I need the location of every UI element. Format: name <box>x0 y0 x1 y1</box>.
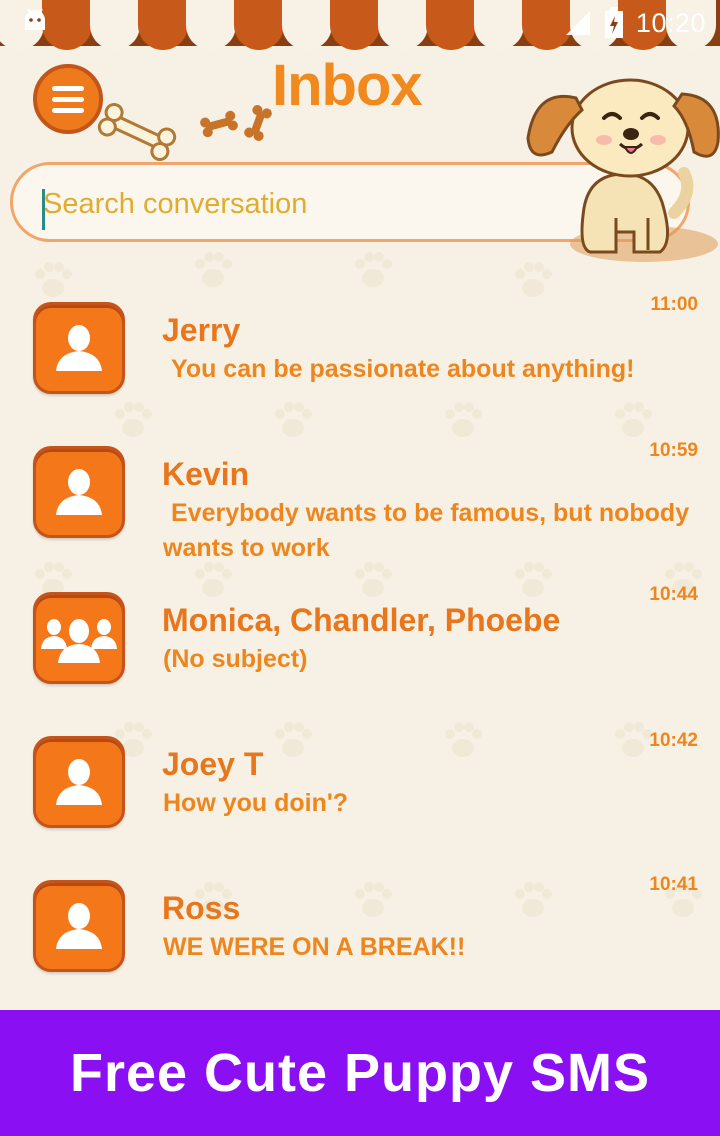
awning-scallop <box>282 0 332 50</box>
conversation-time: 10:44 <box>649 584 698 605</box>
bone-icon <box>97 102 177 162</box>
message-snippet: How you doin'? <box>163 789 349 817</box>
page-title: Inbox <box>272 53 423 118</box>
promo-banner[interactable]: Free Cute Puppy SMS <box>0 1010 720 1136</box>
single-contact-icon <box>56 325 102 371</box>
awning-scallop <box>234 0 284 50</box>
contact-name: Ross <box>162 890 241 926</box>
message-snippet: (No subject) <box>163 645 308 673</box>
awning-scallop <box>138 0 188 50</box>
search-input[interactable] <box>41 179 605 229</box>
conversation-item[interactable]: 10:41 Ross WE WERE ON A BREAK!! <box>0 874 720 1018</box>
status-icons: 10:20 <box>564 6 706 40</box>
android-icon <box>25 8 45 30</box>
conversation-item[interactable]: 10:44 Monica, Chandler, Phoebe (No subject… <box>0 584 720 730</box>
treat-bone-icon <box>244 105 272 141</box>
hamburger-icon <box>52 85 84 91</box>
status-time: 10:20 <box>635 7 706 38</box>
conversation-time: 10:42 <box>649 730 698 751</box>
paw-print-icon <box>35 262 72 297</box>
signal-icon <box>565 11 590 35</box>
puppy-mascot-image <box>526 78 720 262</box>
contact-avatar[interactable] <box>33 446 125 538</box>
group-contact-icon <box>41 619 117 663</box>
contact-avatar[interactable] <box>33 736 125 828</box>
awning-scallop <box>330 0 380 50</box>
conversation-time: 10:41 <box>649 874 698 895</box>
contact-name: Jerry <box>162 312 241 348</box>
conversation-time: 10:59 <box>649 440 698 461</box>
contact-avatar[interactable] <box>33 880 125 972</box>
awning-scallop <box>426 0 476 50</box>
contact-name: Monica, Chandler, Phoebe <box>162 602 561 638</box>
conversation-time: 11:00 <box>650 294 698 315</box>
conversation-item[interactable]: 11:00 Jerry You can be passionate about an… <box>0 294 720 440</box>
contact-avatar[interactable] <box>33 302 125 394</box>
hamburger-icon-bar <box>52 107 84 113</box>
message-snippet: WE WERE ON A BREAK!! <box>163 933 466 961</box>
awning-scallop <box>378 0 428 50</box>
paw-print-icon <box>195 252 232 287</box>
hamburger-icon-bar <box>52 96 84 102</box>
message-snippet: Everybody wants to be famous, but nobody… <box>163 499 690 562</box>
banner-text: Free Cute Puppy SMS <box>69 1043 651 1103</box>
battery-icon <box>604 7 623 38</box>
conversation-item[interactable]: 10:59 Kevin Everybody wants to be famous, … <box>0 440 720 584</box>
conversation-item[interactable]: 10:42 Joey T How you doin'? <box>0 730 720 874</box>
text-caret <box>42 189 45 230</box>
treat-bone-icon <box>200 110 238 138</box>
message-snippet: You can be passionate about anything! <box>171 355 635 383</box>
single-contact-icon <box>56 903 102 949</box>
contact-name: Kevin <box>162 456 250 492</box>
awning-scallop <box>474 0 524 50</box>
single-contact-icon <box>56 469 102 515</box>
single-contact-icon <box>56 759 102 805</box>
awning-scallop <box>90 0 140 50</box>
contact-avatar[interactable] <box>33 592 125 684</box>
contact-name: Joey T <box>162 746 264 782</box>
awning-scallop <box>186 0 236 50</box>
paw-print-icon <box>355 252 392 287</box>
